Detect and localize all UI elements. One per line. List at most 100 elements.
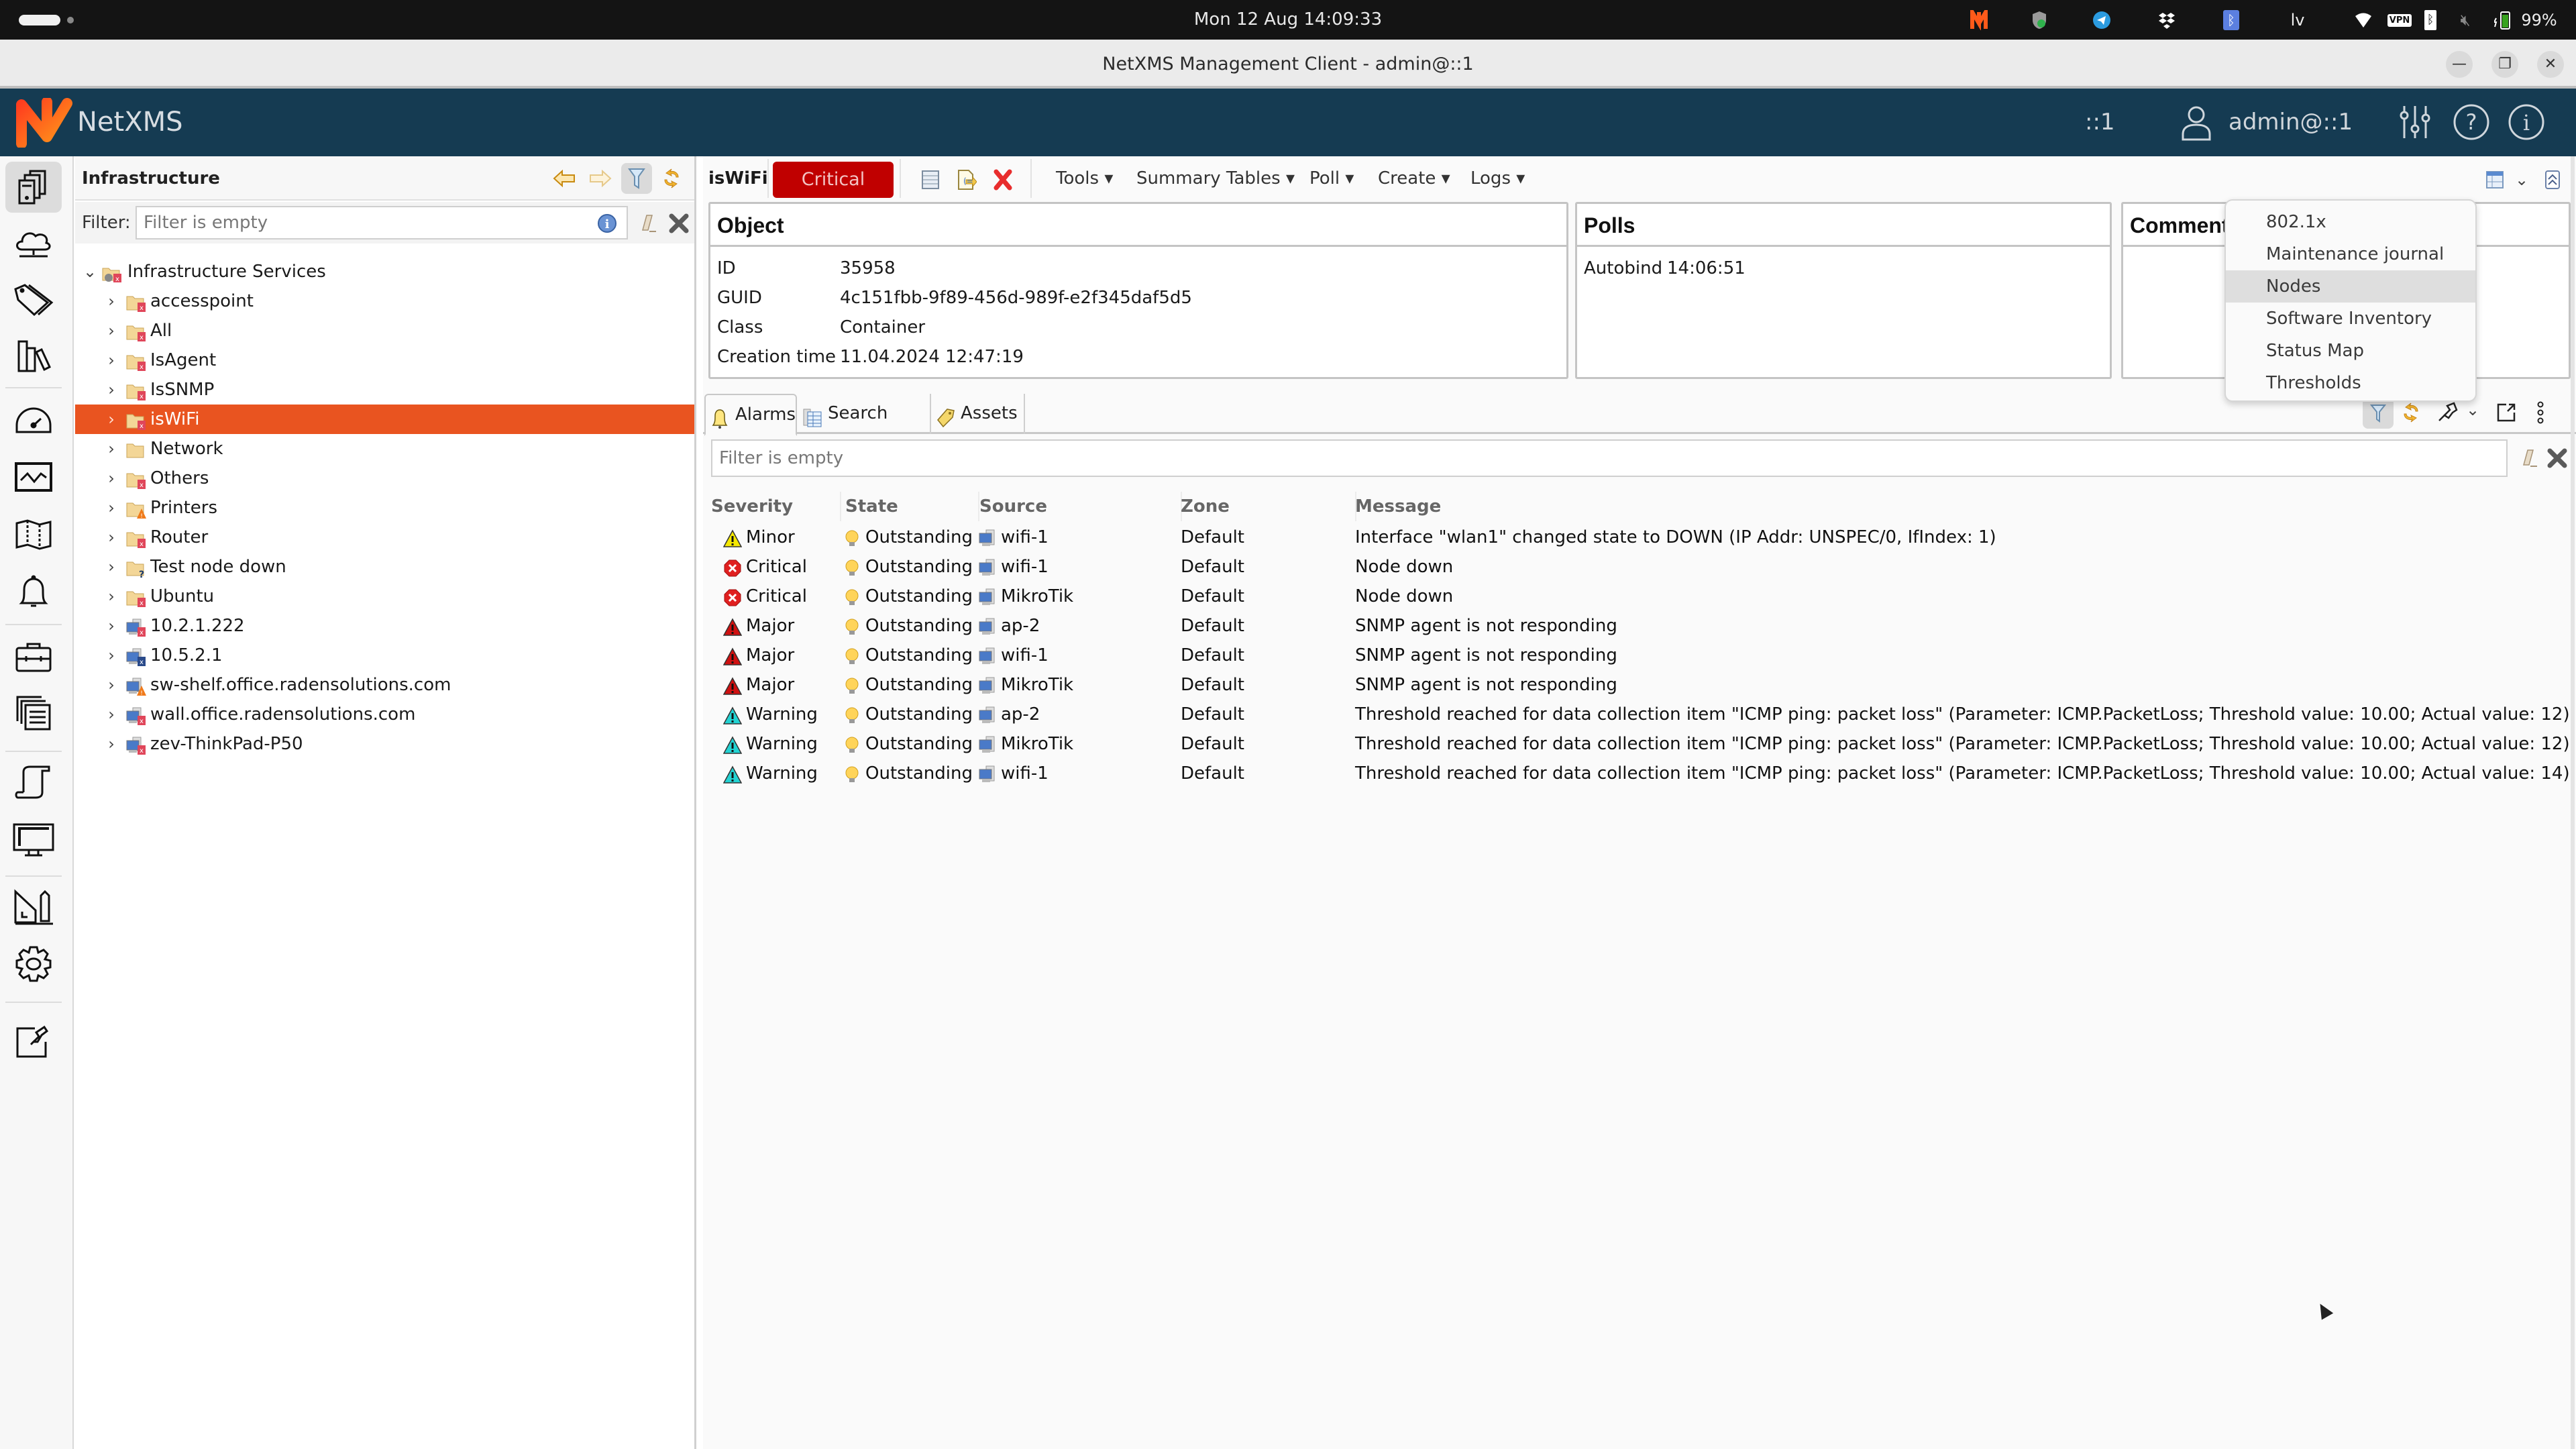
server-address[interactable]: ::1 — [2085, 89, 2115, 156]
chevron-down-icon[interactable]: ⌄ — [2466, 400, 2485, 422]
chevron-right-icon[interactable]: › — [103, 641, 119, 670]
open-in-new-window-icon[interactable] — [2496, 402, 2517, 423]
delete-icon[interactable] — [991, 168, 1014, 191]
tree-item[interactable]: › x Router — [75, 523, 694, 552]
dropbox-tray-icon[interactable] — [2157, 9, 2177, 31]
chevron-right-icon[interactable]: › — [103, 582, 119, 611]
tree-item[interactable]: › x isWiFi — [75, 405, 694, 434]
telegram-tray-icon[interactable] — [2092, 9, 2112, 31]
export-document-icon[interactable]: (= — [955, 168, 978, 191]
restore-button[interactable]: ❐ — [2491, 51, 2518, 78]
rail-reports-button[interactable] — [5, 688, 62, 739]
user-icon[interactable] — [2178, 103, 2215, 141]
column-header-state[interactable]: State — [845, 492, 898, 521]
clear-filter-eraser-icon[interactable] — [640, 213, 660, 234]
alarm-row[interactable]: Warning Outstanding ap-2 Default Threshold r… — [703, 700, 2576, 729]
tree-item[interactable]: › x 10.2.1.222 — [75, 611, 694, 641]
tree-filter-input[interactable]: Filter is empty — [136, 206, 628, 239]
bluetooth-app-tray-icon[interactable]: ᛒ — [2222, 9, 2240, 31]
dropdown-item[interactable]: Nodes — [2226, 270, 2475, 303]
tree-root-item[interactable]: ⌄ x Infrastructure Services — [75, 257, 694, 286]
tree-item[interactable]: › x 10.5.2.1 — [75, 641, 694, 670]
tree-item[interactable]: › x Others — [75, 464, 694, 493]
tree-item[interactable]: › x zev-ThinkPad-P50 — [75, 729, 694, 759]
tab-search-data[interactable]: Search Data — [798, 394, 931, 462]
battery-icon[interactable] — [2493, 9, 2513, 31]
rail-maps-button[interactable] — [5, 509, 62, 560]
chevron-right-icon[interactable]: › — [103, 611, 119, 641]
rail-pinned-views-button[interactable] — [5, 1015, 62, 1066]
tree-item[interactable]: ›? Test node down — [75, 552, 694, 582]
alarm-row[interactable]: Critical Outstanding wifi-1 Default Node dow… — [703, 552, 2576, 582]
window-title-bar[interactable]: NetXMS Management Client - admin@::1 — ❐… — [0, 40, 2576, 89]
alarm-row[interactable]: Warning Outstanding wifi-1 Default Threshold… — [703, 759, 2576, 788]
column-header-severity[interactable]: Severity — [711, 492, 793, 521]
collapse-panel-icon[interactable] — [2541, 168, 2564, 191]
dropdown-item[interactable]: Software Inventory — [2226, 303, 2475, 335]
filter-toggle-icon[interactable] — [621, 163, 652, 194]
alarm-row[interactable]: Major Outstanding wifi-1 Default SNMP agent … — [703, 641, 2576, 670]
tree-item[interactable]: › x All — [75, 316, 694, 345]
summary-tables-menu[interactable]: Summary Tables ▾ — [1136, 156, 1295, 201]
alarm-row[interactable]: Major Outstanding MikroTik Default SNMP agen… — [703, 670, 2576, 700]
tree-item[interactable]: › Network — [75, 434, 694, 464]
layout-table-icon[interactable] — [2483, 168, 2506, 191]
create-menu[interactable]: Create ▾ — [1378, 156, 1450, 201]
chevron-right-icon[interactable]: › — [103, 493, 119, 523]
chevron-right-icon[interactable]: › — [103, 286, 119, 316]
chevron-right-icon[interactable]: › — [103, 729, 119, 759]
chevron-right-icon[interactable]: › — [103, 345, 119, 375]
chevron-right-icon[interactable]: › — [103, 552, 119, 582]
alarm-row[interactable]: Minor Outstanding wifi-1 Default Interface "… — [703, 523, 2576, 552]
chevron-right-icon[interactable]: › — [103, 375, 119, 405]
dropdown-item[interactable]: Status Map — [2226, 335, 2475, 367]
chevron-right-icon[interactable]: › — [103, 670, 119, 700]
rail-objects-button[interactable] — [5, 162, 62, 213]
rail-tools-button[interactable] — [5, 882, 62, 933]
chevron-right-icon[interactable]: › — [103, 405, 119, 434]
column-header-zone[interactable]: Zone — [1181, 492, 1230, 521]
rail-tags-button[interactable] — [5, 274, 62, 325]
bluetooth-icon[interactable]: ᛒ — [2423, 9, 2438, 31]
rail-network-button[interactable] — [5, 218, 62, 269]
wifi-icon[interactable] — [2353, 9, 2373, 31]
alarm-row[interactable]: Critical Outstanding MikroTik Default Node d… — [703, 582, 2576, 611]
rail-business-services-button[interactable] — [5, 631, 62, 682]
shield-tray-icon[interactable] — [2029, 9, 2049, 31]
dropdown-item[interactable]: Maintenance journal — [2226, 238, 2475, 270]
minimize-button[interactable]: — — [2446, 51, 2473, 78]
poll-menu[interactable]: Poll ▾ — [1309, 156, 1354, 201]
chevron-right-icon[interactable]: › — [103, 700, 119, 729]
clock[interactable]: Mon 12 Aug 14:09:33 — [0, 0, 2576, 40]
dropdown-item[interactable]: 802.1x — [2226, 206, 2475, 238]
close-filter-icon[interactable] — [668, 213, 690, 234]
chevron-right-icon[interactable]: › — [103, 316, 119, 345]
column-divider[interactable] — [840, 492, 841, 521]
tree-item[interactable]: › x IsSNMP — [75, 375, 694, 405]
pin-icon[interactable] — [2436, 402, 2458, 423]
close-filter-icon[interactable] — [2546, 447, 2568, 469]
rail-dashboards-button[interactable] — [5, 394, 62, 445]
chevron-right-icon[interactable]: › — [103, 464, 119, 493]
more-options-icon[interactable] — [2534, 400, 2546, 425]
properties-table-icon[interactable] — [919, 168, 942, 191]
logs-menu[interactable]: Logs ▾ — [1470, 156, 1525, 201]
column-header-message[interactable]: Message — [1355, 492, 1441, 521]
vpn-icon[interactable]: VPN — [2387, 9, 2412, 31]
keyboard-layout-indicator[interactable]: lv — [2288, 9, 2308, 31]
tab-assets[interactable]: Assets — [931, 394, 1025, 434]
rail-scripts-button[interactable] — [5, 757, 62, 808]
alarm-filter-toggle-icon[interactable] — [2363, 398, 2394, 429]
preferences-sliders-icon[interactable] — [2396, 103, 2434, 141]
tab-alarms[interactable]: Alarms — [704, 394, 797, 436]
filter-info-icon[interactable]: i — [597, 213, 617, 233]
alarm-filter-input[interactable]: Filter is empty — [711, 439, 2508, 477]
back-arrow-icon[interactable] — [549, 163, 580, 194]
refresh-icon[interactable] — [656, 163, 687, 194]
tree-item[interactable]: › x Ubuntu — [75, 582, 694, 611]
rail-library-button[interactable] — [5, 331, 62, 382]
tools-menu[interactable]: Tools ▾ — [1056, 156, 1113, 201]
tree-item[interactable]: › x accesspoint — [75, 286, 694, 316]
chevron-right-icon[interactable]: › — [103, 523, 119, 552]
rail-monitor-button[interactable] — [5, 815, 62, 866]
